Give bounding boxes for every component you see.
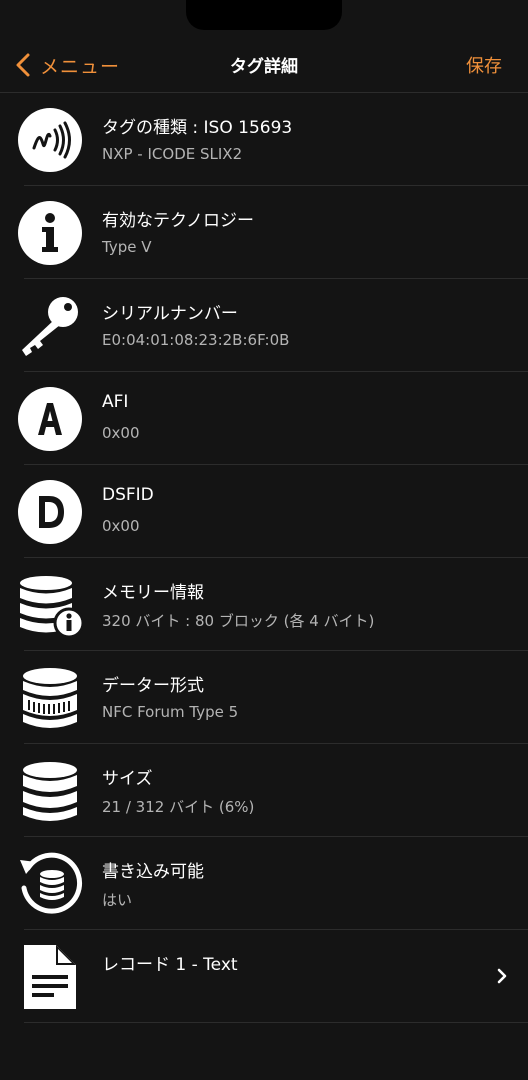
row-title: データー形式 bbox=[102, 676, 204, 696]
row-value: NFC Forum Type 5 bbox=[102, 703, 239, 721]
database-format-icon bbox=[16, 664, 84, 732]
row-value: はい bbox=[102, 891, 133, 909]
list-item-dsfid: DSFID 0x00 bbox=[18, 465, 528, 558]
row-title: タグの種類 : ISO 15693 bbox=[102, 118, 293, 138]
row-title: シリアルナンバー bbox=[102, 304, 238, 324]
list-item-data-format: データー形式 NFC Forum Type 5 bbox=[23, 651, 528, 744]
list-item-size: サイズ 21 / 312 バイト (6%) bbox=[23, 744, 528, 837]
info-icon bbox=[16, 199, 84, 267]
nfc-icon bbox=[16, 106, 84, 174]
row-title: 有効なテクノロジー bbox=[102, 211, 254, 231]
row-title: DSFID bbox=[102, 485, 154, 505]
tag-detail-list: タグの種類 : ISO 15693 NXP - ICODE SLIX2 有効なテ… bbox=[0, 92, 528, 1023]
key-icon bbox=[16, 292, 84, 360]
row-value: 0x00 bbox=[102, 517, 140, 535]
document-icon bbox=[16, 943, 84, 1011]
screen: メニュー タグ詳細 保存 タグの種類 : ISO 15693 NXP - ICO… bbox=[0, 0, 528, 1080]
list-item-tag-type: タグの種類 : ISO 15693 NXP - ICODE SLIX2 bbox=[18, 93, 528, 186]
device-notch bbox=[186, 0, 342, 30]
row-title: AFI bbox=[102, 392, 129, 412]
row-title: サイズ bbox=[102, 769, 153, 789]
chevron-right-icon bbox=[497, 968, 507, 984]
row-value: 0x00 bbox=[102, 424, 140, 442]
page-title: タグ詳細 bbox=[230, 57, 298, 77]
row-value: Type V bbox=[102, 238, 152, 256]
row-value: 21 / 312 バイト (6%) bbox=[102, 798, 255, 816]
row-value: NXP - ICODE SLIX2 bbox=[102, 145, 243, 163]
database-icon bbox=[16, 757, 84, 825]
row-value: E0:04:01:08:23:2B:6F:0B bbox=[102, 331, 290, 349]
list-item-afi: AFI 0x00 bbox=[18, 372, 528, 465]
database-refresh-icon bbox=[16, 850, 84, 918]
list-item-serial-number: シリアルナンバー E0:04:01:08:23:2B:6F:0B bbox=[22, 279, 528, 372]
row-title: メモリー情報 bbox=[102, 583, 204, 603]
navigation-bar: メニュー タグ詳細 保存 bbox=[0, 40, 528, 92]
row-title: 書き込み可能 bbox=[102, 862, 204, 882]
letter-a-icon bbox=[16, 385, 84, 453]
list-item-technology: 有効なテクノロジー Type V bbox=[18, 186, 528, 279]
database-info-icon bbox=[16, 571, 85, 639]
letter-d-icon bbox=[16, 478, 84, 546]
row-value: 320 バイト : 80 ブロック (各 4 バイト) bbox=[102, 612, 375, 630]
row-title: レコード 1 - Text bbox=[102, 955, 238, 975]
save-button[interactable]: 保存 bbox=[466, 52, 502, 78]
list-item-writable: 書き込み可能 はい bbox=[20, 837, 528, 930]
list-item-memory-info: メモリー情報 320 バイト : 80 ブロック (各 4 バイト) bbox=[20, 558, 528, 651]
list-item-record[interactable]: レコード 1 - Text bbox=[24, 930, 528, 1023]
